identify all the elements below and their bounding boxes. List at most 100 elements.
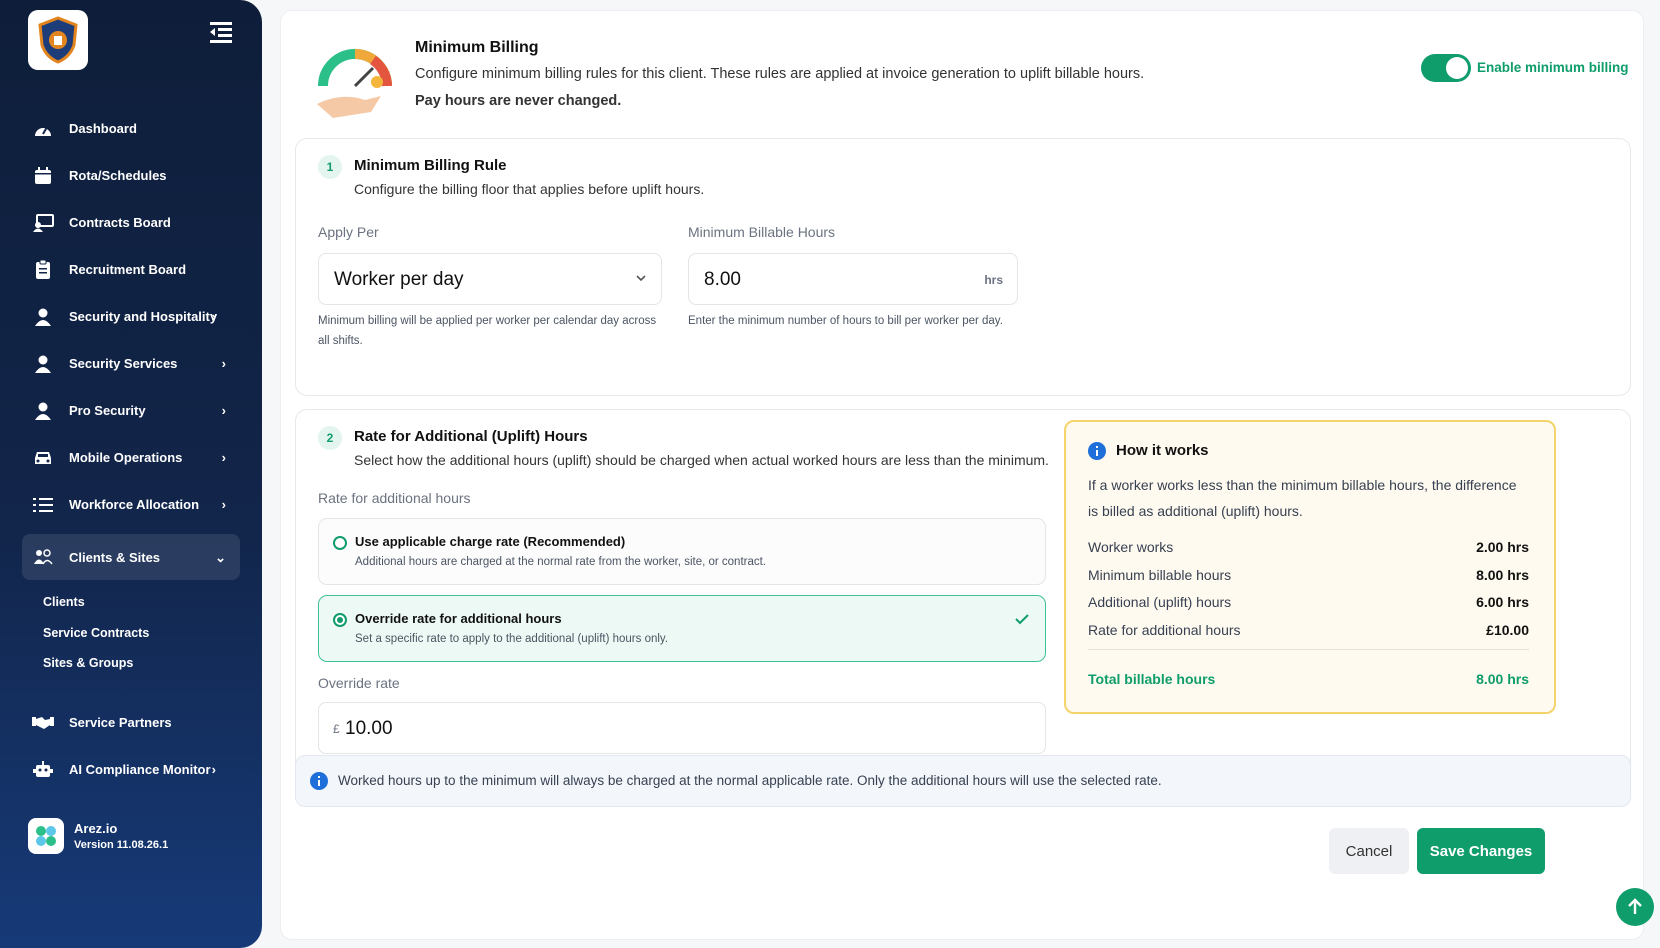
option-override-rate[interactable]: Override rate for additional hours Set a… bbox=[318, 595, 1046, 662]
user-icon bbox=[32, 400, 54, 422]
row-value: £10.00 bbox=[1486, 622, 1529, 638]
min-hours-label: Minimum Billable Hours bbox=[688, 224, 836, 240]
override-rate-label: Override rate bbox=[318, 675, 400, 691]
option-applicable-rate[interactable]: Use applicable charge rate (Recommended)… bbox=[318, 518, 1046, 585]
how-row: Worker works 2.00 hrs bbox=[1088, 539, 1529, 559]
radio-button[interactable] bbox=[333, 536, 347, 550]
subnav-item-service-contracts[interactable]: Service Contracts bbox=[43, 626, 240, 657]
app-version: Version 11.08.26.1 bbox=[74, 839, 169, 851]
apply-per-help: Minimum billing will be applied per work… bbox=[318, 315, 657, 347]
billing-gauge-icon bbox=[311, 36, 399, 124]
how-description: If a worker works less than the minimum … bbox=[1088, 477, 1517, 519]
sidebar-item-security-hospitality[interactable]: Security and Hospitality › bbox=[22, 293, 240, 340]
handshake-icon bbox=[32, 711, 54, 733]
row-value: 8.00 hrs bbox=[1476, 567, 1529, 583]
apply-per-select[interactable]: Worker per day bbox=[318, 253, 662, 305]
option-title: Override rate for additional hours bbox=[355, 611, 562, 626]
sidebar: Dashboard Rota/Schedules Contracts Board… bbox=[0, 0, 262, 948]
row-label: Worker works bbox=[1088, 539, 1174, 555]
collapse-menu-icon[interactable] bbox=[208, 20, 234, 44]
min-hours-input[interactable]: 8.00 hrs bbox=[688, 253, 1018, 305]
cancel-button[interactable]: Cancel bbox=[1329, 828, 1409, 874]
chevron-right-icon: › bbox=[221, 497, 226, 512]
radio-button-selected[interactable] bbox=[333, 613, 347, 627]
version-info: Arez.io Version 11.08.26.1 bbox=[28, 818, 168, 854]
page-title: Minimum Billing bbox=[415, 39, 539, 56]
chevron-down-icon bbox=[635, 271, 647, 289]
list-icon bbox=[32, 494, 54, 516]
uplift-rate-card: 2 Rate for Additional (Uplift) Hours Sel… bbox=[295, 409, 1631, 784]
enable-minimum-billing-toggle[interactable] bbox=[1421, 54, 1471, 82]
toggle-label: Enable minimum billing bbox=[1477, 60, 1629, 75]
sidebar-nav: Dashboard Rota/Schedules Contracts Board… bbox=[22, 105, 240, 793]
apply-per-value: Worker per day bbox=[334, 269, 464, 290]
minimum-billing-rule-card: 1 Minimum Billing Rule Configure the bil… bbox=[295, 138, 1631, 396]
sidebar-item-label: Security and Hospitality bbox=[69, 309, 218, 324]
chevron-right-icon: › bbox=[221, 356, 226, 371]
chevron-right-icon: › bbox=[221, 450, 226, 465]
total-label: Total billable hours bbox=[1088, 671, 1216, 687]
sidebar-item-label: Workforce Allocation bbox=[69, 497, 200, 512]
step-badge: 2 bbox=[318, 426, 342, 450]
chevron-right-icon: › bbox=[211, 309, 216, 324]
section-description: Configure the billing floor that applies… bbox=[354, 181, 705, 197]
section-title: Rate for Additional (Uplift) Hours bbox=[354, 428, 588, 445]
currency-symbol: £ bbox=[333, 722, 340, 736]
min-hours-help: Enter the minimum number of hours to bil… bbox=[688, 315, 1003, 327]
sidebar-item-mobile-operations[interactable]: Mobile Operations › bbox=[22, 434, 240, 481]
save-changes-button[interactable]: Save Changes bbox=[1417, 828, 1545, 874]
contracts-icon bbox=[32, 212, 54, 234]
clients-sites-subnav: Clients Service Contracts Sites & Groups bbox=[22, 595, 240, 687]
sidebar-item-label: Mobile Operations bbox=[69, 450, 183, 465]
clipboard-icon bbox=[32, 259, 54, 281]
override-rate-input[interactable]: £ 10.00 bbox=[318, 702, 1046, 754]
user-icon bbox=[32, 353, 54, 375]
info-icon bbox=[310, 772, 328, 795]
arez-logo-icon bbox=[28, 818, 64, 854]
option-description: Set a specific rate to apply to the addi… bbox=[355, 633, 669, 645]
sidebar-item-workforce-allocation[interactable]: Workforce Allocation › bbox=[22, 481, 240, 528]
scroll-to-top-button[interactable] bbox=[1616, 888, 1654, 926]
min-hours-value: 8.00 bbox=[704, 269, 741, 290]
total-row: Total billable hours 8.00 hrs bbox=[1088, 671, 1529, 687]
sidebar-item-contracts-board[interactable]: Contracts Board bbox=[22, 199, 240, 246]
row-value: 6.00 hrs bbox=[1476, 594, 1529, 610]
step-badge: 1 bbox=[318, 155, 342, 179]
clients-icon bbox=[32, 546, 54, 568]
sidebar-item-recruitment-board[interactable]: Recruitment Board bbox=[22, 246, 240, 293]
sidebar-item-dashboard[interactable]: Dashboard bbox=[22, 105, 240, 152]
info-text: Worked hours up to the minimum will alwa… bbox=[338, 773, 1162, 788]
sidebar-item-security-services[interactable]: Security Services › bbox=[22, 340, 240, 387]
sidebar-item-label: Rota/Schedules bbox=[69, 168, 167, 183]
how-title: How it works bbox=[1116, 442, 1209, 459]
option-description: Additional hours are charged at the norm… bbox=[355, 556, 767, 568]
divider bbox=[1088, 649, 1529, 650]
arrow-up-icon bbox=[1628, 898, 1642, 914]
subnav-item-sites-groups[interactable]: Sites & Groups bbox=[43, 656, 240, 687]
chevron-right-icon: › bbox=[221, 403, 226, 418]
dashboard-icon bbox=[32, 118, 54, 140]
section-title: Minimum Billing Rule bbox=[354, 157, 507, 174]
calendar-icon bbox=[32, 165, 54, 187]
sidebar-item-rota[interactable]: Rota/Schedules bbox=[22, 152, 240, 199]
sidebar-item-clients-sites[interactable]: Clients & Sites ⌄ bbox=[22, 534, 240, 580]
shield-logo-icon bbox=[38, 16, 78, 64]
how-row: Rate for additional hours £10.00 bbox=[1088, 622, 1529, 642]
company-logo[interactable] bbox=[28, 10, 88, 70]
main-panel: Minimum Billing Configure minimum billin… bbox=[280, 10, 1644, 940]
row-value: 2.00 hrs bbox=[1476, 539, 1529, 555]
sidebar-item-service-partners[interactable]: Service Partners bbox=[22, 699, 240, 746]
how-row: Additional (uplift) hours 6.00 hrs bbox=[1088, 594, 1529, 614]
sidebar-item-pro-security[interactable]: Pro Security › bbox=[22, 387, 240, 434]
subnav-item-clients[interactable]: Clients bbox=[43, 595, 240, 626]
sidebar-item-label: Contracts Board bbox=[69, 215, 171, 230]
row-label: Additional (uplift) hours bbox=[1088, 594, 1232, 610]
sidebar-item-label: Recruitment Board bbox=[69, 262, 187, 277]
apply-per-label: Apply Per bbox=[318, 224, 379, 240]
hours-unit: hrs bbox=[984, 273, 1003, 287]
row-label: Rate for additional hours bbox=[1088, 622, 1241, 638]
total-value: 8.00 hrs bbox=[1476, 671, 1529, 687]
info-bar: Worked hours up to the minimum will alwa… bbox=[295, 755, 1631, 807]
sidebar-item-ai-compliance[interactable]: AI Compliance Monitor › bbox=[22, 746, 240, 793]
row-label: Minimum billable hours bbox=[1088, 567, 1232, 583]
